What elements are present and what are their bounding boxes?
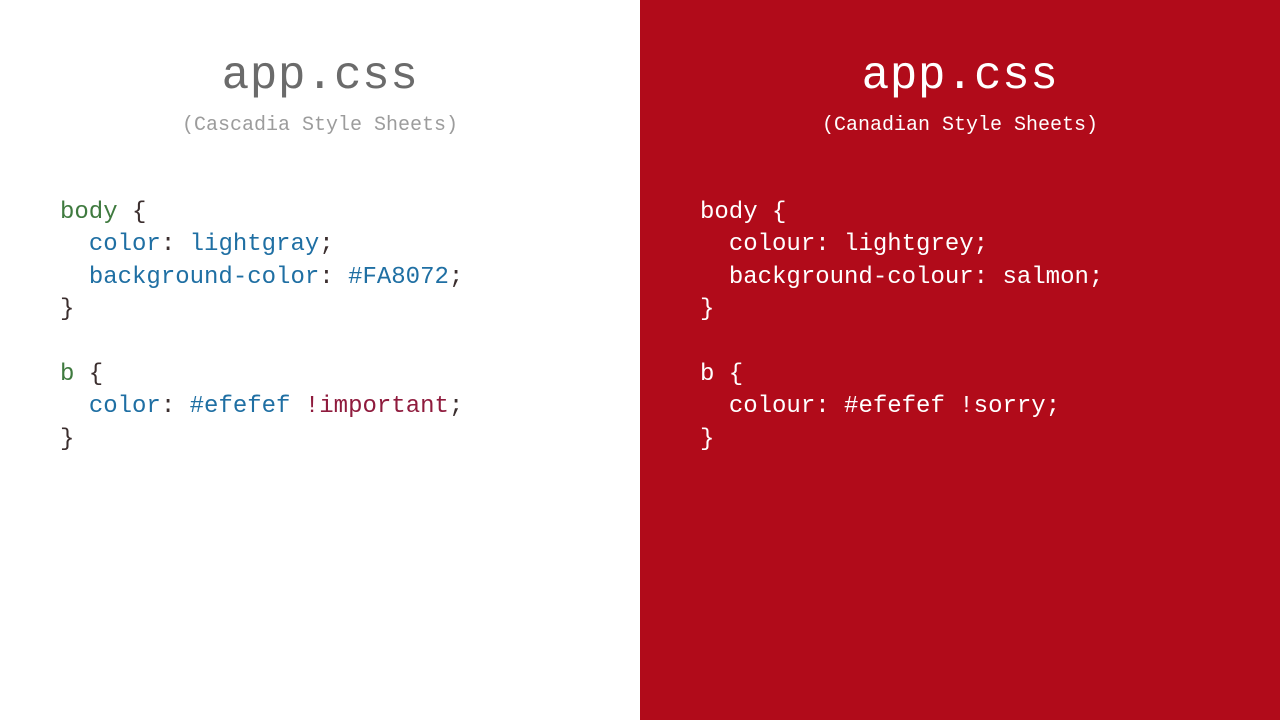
val-fa8072: #FA8072 [348,264,449,291]
brace: { [74,361,103,388]
prop-color: color [89,231,161,258]
prop-bgcolour: background-colour [729,264,974,291]
title-right: app.css [700,50,1220,102]
val-efefef: #efefef [844,393,945,420]
panel-canadian: app.css (Canadian Style Sheets) body { c… [640,0,1280,720]
brace: { [714,361,743,388]
brace: } [700,296,714,323]
sorry-flag: !sorry [945,393,1046,420]
brace: } [700,426,714,453]
selector-b: b [700,361,714,388]
selector-body: body [60,199,118,226]
brace: { [758,199,787,226]
prop-colour: colour [729,231,815,258]
subtitle-left: (Cascadia Style Sheets) [60,114,580,137]
val-lightgray: lightgray [190,231,320,258]
prop-bgcolor: background-color [89,264,319,291]
brace: } [60,296,74,323]
important-flag: !important [290,393,448,420]
panel-cascadia: app.css (Cascadia Style Sheets) body { c… [0,0,640,720]
val-lightgrey: lightgrey [844,231,974,258]
subtitle-right: (Canadian Style Sheets) [700,114,1220,137]
selector-b: b [60,361,74,388]
code-right: body { colour: lightgrey; background-col… [700,197,1220,456]
brace: { [118,199,147,226]
brace: } [60,426,74,453]
val-efefef: #efefef [190,393,291,420]
prop-color: color [89,393,161,420]
slide: app.css (Cascadia Style Sheets) body { c… [0,0,1280,720]
title-left: app.css [60,50,580,102]
prop-colour: colour [729,393,815,420]
val-salmon: salmon [1002,264,1088,291]
code-left: body { color: lightgray; background-colo… [60,197,580,456]
selector-body: body [700,199,758,226]
